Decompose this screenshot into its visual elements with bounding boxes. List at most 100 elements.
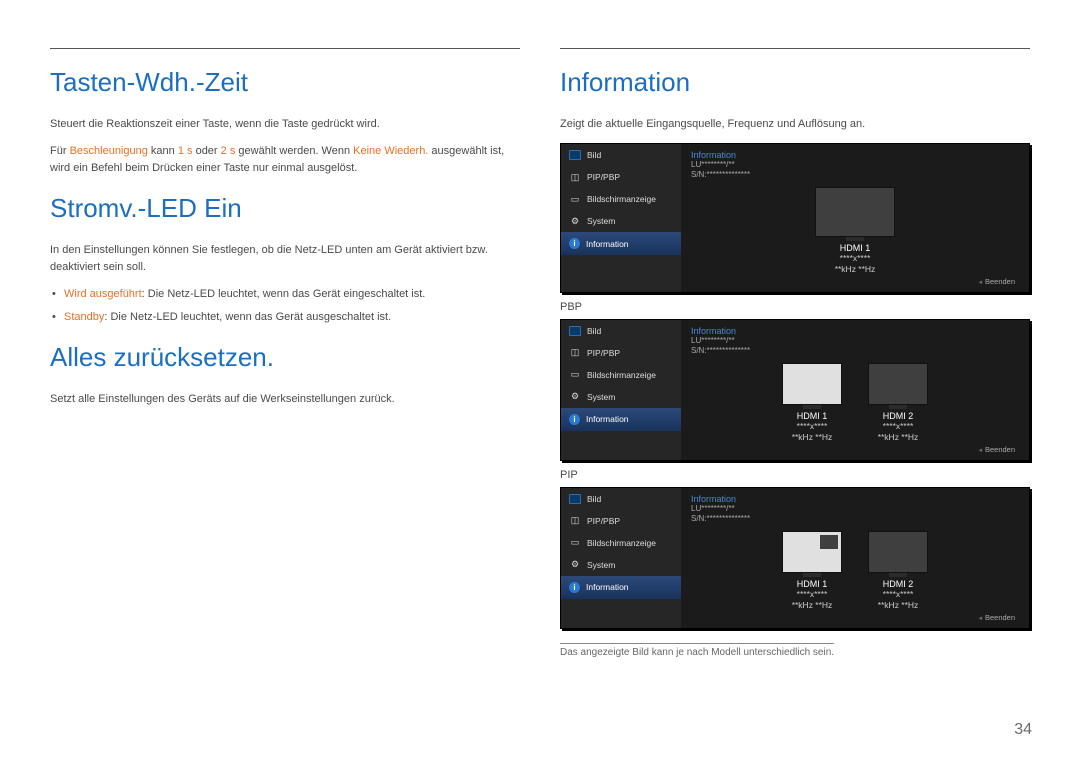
highlight: Wird ausgeführt: [64, 288, 142, 300]
monitor-res: ****x****: [815, 253, 895, 264]
pbp-label: PBP: [560, 301, 1030, 313]
back-icon: [977, 613, 985, 622]
osd-title: Information: [691, 326, 1019, 336]
monitor-block: HDMI 1 ****x**** **kHz **Hz: [782, 363, 842, 443]
monitor-icon: [815, 187, 895, 237]
monitor-block: HDMI 2 ****x**** **kHz **Hz: [868, 363, 928, 443]
bullet-list: Wird ausgeführt: Die Netz-LED leuchtet, …: [50, 286, 520, 326]
pip-label: PIP: [560, 469, 1030, 481]
monitor-res: ****x****: [782, 589, 842, 600]
footnote: Das angezeigte Bild kann je nach Modell …: [560, 643, 834, 658]
osd-menu-item-bild: Bild: [561, 144, 681, 166]
pip-icon: ◫: [569, 516, 581, 526]
monitor-row: HDMI 1 ****x**** **kHz **Hz HDMI 2 ****x…: [691, 363, 1019, 443]
osd-menu-item-pippbp: ◫PIP/PBP: [561, 342, 681, 364]
info-icon: i: [569, 238, 580, 249]
monitor-label: HDMI 1: [782, 411, 842, 421]
osd-panel-pip: Bild ◫PIP/PBP ▭Bildschirmanzeige ⚙System…: [560, 487, 1030, 629]
monitor-block: HDMI 1 ****x**** **kHz **Hz: [782, 531, 842, 611]
section-heading-information: Information: [560, 67, 1030, 98]
list-item: Wird ausgeführt: Die Netz-LED leuchtet, …: [50, 286, 520, 303]
display-icon: ▭: [569, 538, 581, 548]
osd-menu-item-system: ⚙System: [561, 386, 681, 408]
osd-title: Information: [691, 150, 1019, 160]
back-icon: [977, 445, 985, 454]
monitor-row: HDMI 1 ****x**** **kHz **Hz HDMI 2 ****x…: [691, 531, 1019, 611]
osd-model: LU********/**: [691, 160, 1019, 170]
section-heading-tasten: Tasten-Wdh.-Zeit: [50, 67, 520, 98]
osd-model: LU********/**: [691, 504, 1019, 514]
monitor-freq: **kHz **Hz: [868, 600, 928, 611]
osd-serial: S/N:**************: [691, 170, 1019, 180]
monitor-icon: [868, 531, 928, 573]
highlight: 1 s: [178, 145, 193, 157]
monitor-label: HDMI 1: [815, 243, 895, 253]
page-number: 34: [1014, 721, 1032, 739]
osd-menu-item-pippbp: ◫PIP/PBP: [561, 166, 681, 188]
body-text: Zeigt die aktuelle Eingangsquelle, Frequ…: [560, 116, 1030, 133]
monitor-label: HDMI 2: [868, 411, 928, 421]
osd-menu-item-bild: Bild: [561, 320, 681, 342]
osd-menu-item-pippbp: ◫PIP/PBP: [561, 510, 681, 532]
monitor-icon: [782, 363, 842, 405]
pip-icon: ◫: [569, 172, 581, 182]
info-icon: i: [569, 582, 580, 593]
right-column: Information Zeigt die aktuelle Eingangsq…: [560, 48, 1030, 660]
screen-icon: [569, 326, 581, 336]
monitor-res: ****x****: [782, 421, 842, 432]
highlight: Standby: [64, 311, 104, 323]
osd-panel-pbp: Bild ◫PIP/PBP ▭Bildschirmanzeige ⚙System…: [560, 319, 1030, 461]
list-item: Standby: Die Netz-LED leuchtet, wenn das…: [50, 309, 520, 326]
monitor-icon: [782, 531, 842, 573]
monitor-block: HDMI 1 ****x**** **kHz **Hz: [815, 187, 895, 275]
section-heading-reset: Alles zurücksetzen.: [50, 342, 520, 373]
osd-menu-item-information: iInformation: [561, 232, 681, 255]
osd-content: Information LU********/** S/N:**********…: [681, 488, 1029, 628]
osd-header: Information LU********/** S/N:**********…: [691, 150, 1019, 181]
monitor-res: ****x****: [868, 421, 928, 432]
osd-menu: Bild ◫PIP/PBP ▭Bildschirmanzeige ⚙System…: [561, 320, 681, 460]
display-icon: ▭: [569, 194, 581, 204]
display-icon: ▭: [569, 370, 581, 380]
body-text: Für Beschleunigung kann 1 s oder 2 s gew…: [50, 143, 520, 177]
monitor-block: HDMI 2 ****x**** **kHz **Hz: [868, 531, 928, 611]
osd-menu-item-bild: Bild: [561, 488, 681, 510]
back-icon: [977, 277, 985, 286]
osd-menu-item-information: iInformation: [561, 576, 681, 599]
divider: [560, 48, 1030, 49]
highlight: 2 s: [221, 145, 236, 157]
gear-icon: ⚙: [569, 392, 581, 402]
monitor-row: HDMI 1 ****x**** **kHz **Hz: [691, 187, 1019, 275]
osd-title: Information: [691, 494, 1019, 504]
monitor-freq: **kHz **Hz: [868, 432, 928, 443]
osd-footer: Beenden: [691, 275, 1019, 288]
pip-icon: ◫: [569, 348, 581, 358]
osd-menu-item-information: iInformation: [561, 408, 681, 431]
osd-content: Information LU********/** S/N:**********…: [681, 144, 1029, 292]
osd-serial: S/N:**************: [691, 346, 1019, 356]
highlight: Keine Wiederh.: [353, 145, 428, 157]
body-text: In den Einstellungen können Sie festlege…: [50, 242, 520, 276]
osd-menu-item-system: ⚙System: [561, 210, 681, 232]
osd-serial: S/N:**************: [691, 514, 1019, 524]
info-icon: i: [569, 414, 580, 425]
osd-footer: Beenden: [691, 443, 1019, 456]
osd-menu-item-bildschirm: ▭Bildschirmanzeige: [561, 364, 681, 386]
monitor-freq: **kHz **Hz: [815, 264, 895, 275]
section-heading-stromv: Stromv.-LED Ein: [50, 193, 520, 224]
osd-panel-single: Bild ◫PIP/PBP ▭Bildschirmanzeige ⚙System…: [560, 143, 1030, 293]
monitor-label: HDMI 1: [782, 579, 842, 589]
body-text: Steuert die Reaktionszeit einer Taste, w…: [50, 116, 520, 133]
osd-menu: Bild ◫PIP/PBP ▭Bildschirmanzeige ⚙System…: [561, 488, 681, 628]
osd-model: LU********/**: [691, 336, 1019, 346]
osd-content: Information LU********/** S/N:**********…: [681, 320, 1029, 460]
screen-icon: [569, 494, 581, 504]
divider: [50, 48, 520, 49]
gear-icon: ⚙: [569, 560, 581, 570]
monitor-freq: **kHz **Hz: [782, 600, 842, 611]
monitor-label: HDMI 2: [868, 579, 928, 589]
monitor-icon: [868, 363, 928, 405]
osd-menu-item-system: ⚙System: [561, 554, 681, 576]
osd-header: Information LU********/** S/N:**********…: [691, 494, 1019, 525]
osd-menu-item-bildschirm: ▭Bildschirmanzeige: [561, 188, 681, 210]
